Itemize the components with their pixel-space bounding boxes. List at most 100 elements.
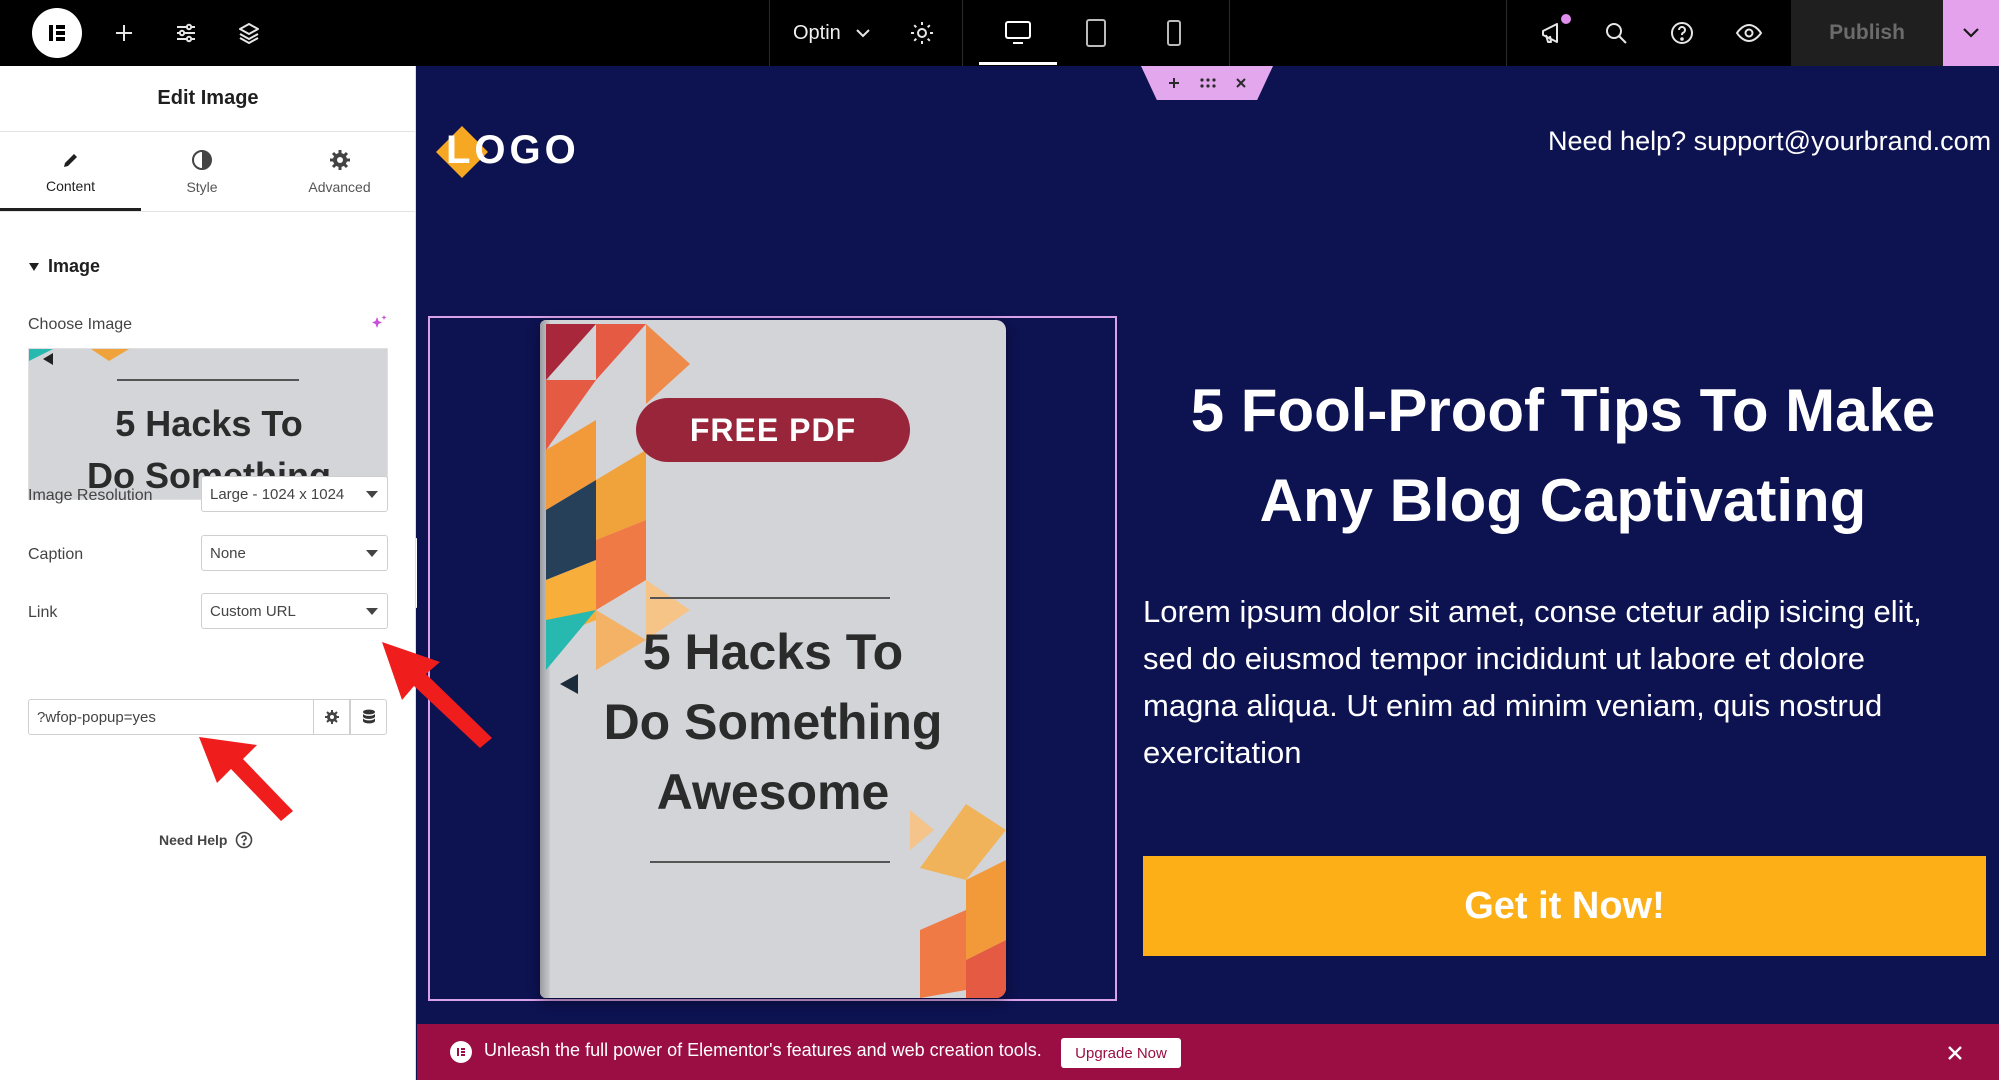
need-help-label: Need Help [159,832,228,848]
choose-image-label: Choose Image [28,316,133,333]
close-icon[interactable] [1235,77,1247,89]
caption-label: Caption [28,546,84,563]
banner-close-button[interactable] [1940,1038,1970,1068]
topbar-divider [769,0,770,66]
tab-content[interactable]: Content [0,132,141,212]
chevron-down-icon [1963,28,1979,38]
whats-new-button[interactable] [1532,0,1572,66]
search-icon [1606,23,1627,44]
mobile-icon [1167,20,1181,46]
layers-icon [239,23,259,44]
question-circle-icon [1671,22,1693,44]
mobile-view-button[interactable] [1154,0,1194,66]
site-settings-button[interactable] [166,0,206,66]
help-button[interactable] [1662,0,1702,66]
book-cover-image: FREE PDF 5 Hacks To Do Something Awesome [540,320,1006,998]
publish-button[interactable]: Publish [1791,0,1943,66]
tab-advanced[interactable]: Advanced [263,132,416,212]
drag-handle-icon[interactable] [1199,77,1217,89]
panel-title: Edit Image [0,66,416,132]
active-device-indicator [979,62,1057,65]
desktop-icon [1005,21,1031,44]
page-settings-button[interactable] [902,0,942,66]
tab-content-label: Content [45,178,96,194]
elementor-editor: Optin Publish Edit Image Content Style A… [0,0,1999,1080]
banner-text: Unleash the full power of Elementor's fe… [484,1040,1042,1060]
tab-advanced-label: Advanced [308,179,371,195]
resolution-value: Large - 1024 x 1024 [210,485,345,503]
top-bar: Optin Publish [0,0,1999,66]
resolution-select[interactable]: Large - 1024 x 1024 [201,476,388,512]
preview-button[interactable] [1729,0,1769,66]
elementor-logo-icon [450,1041,472,1063]
chevron-down-icon [856,29,870,38]
link-value: Custom URL [210,602,296,620]
support-contact: Need help? support@yourbrand.com [1548,126,1992,156]
get-it-now-button[interactable]: Get it Now! [1143,856,1986,956]
image-section-toggle[interactable]: Image [28,256,100,277]
template-name: Optin [793,21,841,44]
free-pdf-badge: FREE PDF [636,398,910,462]
caret-down-icon [29,262,39,271]
database-icon [362,709,375,724]
ai-sparkle-icon[interactable] [370,314,388,332]
body-paragraph: Lorem ipsum dolor sit amet, conse ctetur… [1143,594,1922,770]
caret-down-icon [366,491,378,498]
gear-icon [911,22,933,44]
section-title: Image [48,256,101,276]
preview-rule [117,379,299,381]
eye-icon [1735,23,1763,43]
brand-logo[interactable]: LOGO [432,122,582,182]
caret-down-icon [366,608,378,615]
caption-value: None [210,544,246,562]
desktop-view-button[interactable] [979,0,1057,66]
section-handle[interactable] [1141,66,1273,100]
tab-style-label: Style [186,179,218,195]
annotation-arrow-url [382,642,492,748]
preview-decoration [29,349,129,365]
upgrade-now-button[interactable]: Upgrade Now [1061,1038,1181,1068]
caret-down-icon [366,550,378,557]
need-help-link[interactable]: Need Help [159,831,253,849]
gear-icon [329,150,350,170]
annotation-arrow-input [199,737,293,821]
tablet-view-button[interactable] [1076,0,1116,66]
megaphone-icon [1542,23,1558,43]
tablet-icon [1086,19,1106,47]
gear-icon [324,710,339,724]
resolution-label: Image Resolution [28,487,153,504]
question-circle-icon [236,831,253,849]
plus-icon[interactable] [1167,76,1181,90]
pencil-icon [63,154,77,167]
tab-style[interactable]: Style [141,132,263,212]
link-label: Link [28,604,58,621]
add-element-button[interactable] [104,0,144,66]
elementor-logo-icon [49,25,65,41]
book-rule-bottom [650,861,890,863]
link-select[interactable]: Custom URL [201,593,388,629]
caption-select[interactable]: None [201,535,388,571]
close-icon [1948,1046,1962,1060]
topbar-divider [1506,0,1507,66]
book-rule-top [650,597,890,599]
logo-text: LOGO [446,128,580,172]
half-circle-icon [192,150,212,170]
book-title-line2: Do Something [603,694,943,750]
elementor-menu-button[interactable] [32,8,82,58]
structure-button[interactable] [229,0,269,66]
headline-line1: 5 Fool-Proof Tips To Make [1190,377,1936,444]
publish-options-button[interactable] [1943,0,1999,66]
link-options-button[interactable] [313,699,350,735]
panel-tabs: Content Style Advanced [0,132,416,212]
template-selector[interactable]: Optin [793,0,871,66]
notification-dot [1561,14,1571,24]
edit-panel: Edit Image Content Style Advanced Image … [0,66,416,1080]
headline-line2: Any Blog Captivating [1259,467,1867,534]
book-title-line1: 5 Hacks To [642,624,904,680]
page-headline: 5 Fool-Proof Tips To Make Any Blog Capti… [1143,366,1983,546]
active-tab-indicator [0,208,141,211]
topbar-divider [1229,0,1230,66]
search-button[interactable] [1596,0,1636,66]
plus-icon [116,25,132,41]
sliders-icon [177,23,195,43]
